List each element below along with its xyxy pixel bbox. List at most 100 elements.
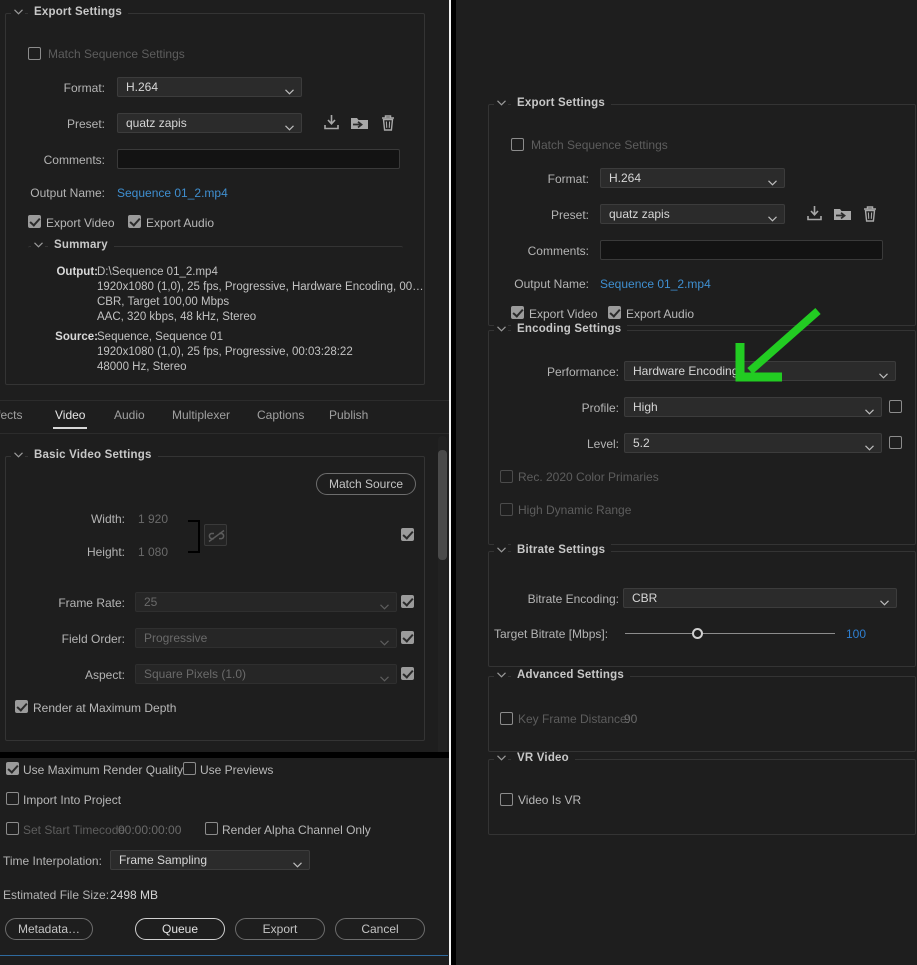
tab-multiplexer-label: Multiplexer [172, 408, 231, 422]
render-max-depth-checkbox[interactable] [15, 700, 28, 713]
tab-audio[interactable]: Audio [114, 405, 145, 433]
export-button[interactable]: Export [235, 918, 325, 940]
tab-captions[interactable]: Captions [257, 405, 304, 433]
field-order-match-source-checkbox[interactable] [401, 631, 414, 644]
tab-multiplexer[interactable]: Multiplexer [172, 405, 230, 433]
width-value[interactable]: 1 920 [138, 512, 168, 526]
tab-effects-label: ffects [0, 408, 23, 422]
tab-publish[interactable]: Publish [329, 405, 368, 433]
set-start-timecode-checkbox[interactable] [6, 822, 19, 835]
collapse-chevron-icon[interactable] [11, 449, 25, 463]
match-source-button[interactable]: Match Source [316, 473, 416, 495]
left-format-dropdown[interactable]: H.264 [117, 77, 302, 97]
set-start-timecode-label: Set Start Timecode [23, 823, 126, 837]
metadata-button-label: Metadata… [17, 922, 81, 936]
right-match-sequence-settings-checkbox[interactable] [511, 138, 524, 151]
dimensions-match-source-checkbox[interactable] [401, 528, 414, 541]
collapse-chevron-icon[interactable] [494, 669, 508, 683]
bitrate-encoding-dropdown[interactable]: CBR [623, 588, 897, 608]
tabbar-top-divider [0, 400, 455, 401]
profile-label: Profile: [581, 401, 619, 415]
left-output-name-label: Output Name: [30, 186, 105, 200]
start-timecode-value[interactable]: 00:00:00:00 [118, 823, 181, 837]
level-label: Level: [586, 437, 619, 451]
profile-match-source-checkbox[interactable] [889, 400, 902, 413]
right-preset-dropdown[interactable]: quatz zapis [600, 204, 785, 224]
video-settings-scrollbar-thumb[interactable] [438, 450, 447, 560]
level-dropdown[interactable]: 5.2 [624, 433, 882, 453]
left-match-sequence-settings-checkbox[interactable] [28, 47, 41, 60]
match-source-label: Match Source [328, 477, 404, 491]
collapse-chevron-icon[interactable] [494, 752, 508, 766]
collapse-chevron-icon[interactable] [11, 6, 25, 20]
unlink-chain-icon[interactable] [204, 524, 227, 546]
right-comments-input[interactable] [600, 240, 883, 260]
chevron-down-icon [380, 633, 389, 651]
field-order-label: Field Order: [61, 632, 125, 646]
collapse-chevron-icon[interactable] [494, 544, 508, 558]
frame-rate-match-source-checkbox[interactable] [401, 595, 414, 608]
left-export-audio-checkbox[interactable] [128, 215, 141, 228]
cancel-button[interactable]: Cancel [335, 918, 425, 940]
tab-effects[interactable]: ffects [0, 405, 22, 433]
performance-dropdown[interactable]: Hardware Encoding [624, 361, 896, 381]
right-output-name-value[interactable]: Sequence 01_2.mp4 [600, 277, 711, 291]
target-bitrate-value[interactable]: 100 [846, 627, 866, 641]
use-previews-label: Use Previews [200, 763, 274, 777]
target-bitrate-slider-knob[interactable] [691, 628, 703, 639]
right-export-audio-checkbox[interactable] [608, 306, 621, 319]
field-order-value: Progressive [144, 631, 208, 645]
time-interpolation-dropdown[interactable]: Frame Sampling [110, 850, 310, 870]
left-export-video-checkbox[interactable] [28, 215, 41, 228]
left-output-name-value[interactable]: Sequence 01_2.mp4 [117, 186, 228, 200]
tab-audio-label: Audio [114, 408, 145, 422]
left-format-label: Format: [63, 81, 105, 95]
collapse-chevron-icon[interactable] [494, 97, 508, 111]
key-frame-distance-label: Key Frame Distance: [518, 712, 631, 726]
left-summary-source-line-0: Sequence, Sequence 01 [97, 331, 223, 343]
metadata-button[interactable]: Metadata… [5, 918, 93, 940]
use-previews-checkbox[interactable] [183, 762, 196, 775]
import-preset-folder-icon[interactable] [349, 113, 371, 138]
advanced-settings-title: Advanced Settings [511, 669, 630, 681]
right-delete-preset-trash-icon[interactable] [861, 204, 879, 229]
import-into-project-checkbox[interactable] [6, 792, 19, 805]
width-label: Width: [90, 512, 125, 526]
right-format-dropdown[interactable]: H.264 [600, 168, 785, 188]
aspect-match-source-checkbox[interactable] [401, 667, 414, 680]
delete-preset-trash-icon[interactable] [379, 113, 397, 138]
collapse-chevron-icon[interactable] [494, 323, 508, 337]
left-comments-input[interactable] [117, 149, 400, 169]
bitrate-settings-group: Bitrate Settings [488, 544, 916, 667]
collapse-chevron-icon[interactable] [31, 239, 45, 253]
use-max-render-quality-checkbox[interactable] [6, 762, 19, 775]
target-bitrate-slider-track[interactable] [625, 633, 835, 634]
queue-button[interactable]: Queue [135, 918, 225, 940]
field-order-dropdown[interactable]: Progressive [135, 628, 397, 648]
frame-rate-dropdown[interactable]: 25 [135, 592, 397, 612]
high-dynamic-range-checkbox[interactable] [500, 503, 513, 516]
left-export-audio-label: Export Audio [146, 216, 215, 230]
video-is-vr-checkbox[interactable] [500, 793, 513, 806]
right-comments-label: Comments: [527, 244, 589, 258]
key-frame-distance-value[interactable]: 90 [624, 712, 637, 726]
rec2020-color-primaries-checkbox[interactable] [500, 470, 513, 483]
right-import-preset-folder-icon[interactable] [832, 204, 854, 229]
left-preset-dropdown[interactable]: quatz zapis [117, 113, 302, 133]
height-value[interactable]: 1 080 [138, 545, 168, 559]
save-preset-icon[interactable] [321, 113, 342, 138]
profile-dropdown[interactable]: High [624, 397, 882, 417]
tab-video[interactable]: Video [52, 405, 89, 433]
right-export-video-checkbox[interactable] [511, 306, 524, 319]
render-alpha-only-checkbox[interactable] [205, 822, 218, 835]
right-save-preset-icon[interactable] [804, 204, 825, 229]
render-max-depth-label: Render at Maximum Depth [33, 701, 177, 715]
level-match-source-checkbox[interactable] [889, 436, 902, 449]
profile-value: High [633, 400, 658, 414]
left-summary-output-line-1: 1920x1080 (1,0), 25 fps, Progressive, Ha… [97, 281, 424, 293]
aspect-dropdown[interactable]: Square Pixels (1.0) [135, 664, 397, 684]
level-value: 5.2 [633, 436, 650, 450]
tab-publish-label: Publish [329, 408, 369, 422]
key-frame-distance-checkbox[interactable] [500, 712, 513, 725]
right-panel: Export Settings Match Sequence Settings … [456, 0, 917, 965]
